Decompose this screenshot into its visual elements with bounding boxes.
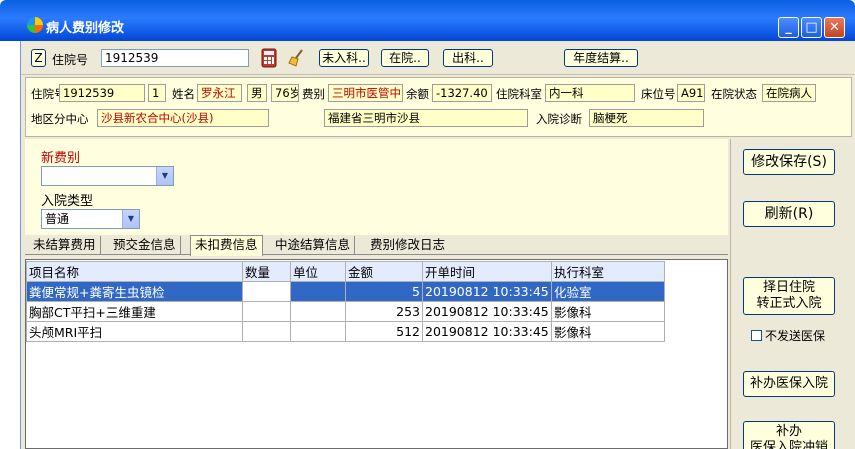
table-row[interactable]: 粪便常规+粪寄生虫镜检 5 20190812 10:33:45 化验室	[26, 281, 665, 302]
inpatient-no-field: 1912539	[59, 84, 145, 102]
dept-label: 住院科室	[496, 87, 542, 101]
tab-midway-settlement[interactable]: 中途结算信息	[271, 236, 356, 255]
tab-unsettled-fees[interactable]: 未结算费用	[29, 236, 101, 255]
amount-cell: 512	[345, 321, 423, 342]
window-title: 病人费别修改	[46, 21, 125, 36]
main-frame: Z 住院号 1912539 未入科.. 在院.. 出科.. 年度结算.. 住院号…	[20, 41, 855, 449]
diagnosis-label: 入院诊断	[536, 112, 582, 126]
supplement-insurance-button[interactable]: 补办医保入院	[743, 371, 835, 397]
tab-fee-change-log[interactable]: 费别修改日志	[366, 236, 449, 255]
refresh-button[interactable]: 刷新(R)	[743, 201, 835, 227]
title-bar: 病人费别修改 _ □ ✕	[0, 0, 855, 41]
scheduled-admission-line1: 择日住院	[762, 280, 815, 295]
name-field: 罗永江	[197, 84, 242, 102]
sex-field: 男	[247, 84, 267, 102]
discharged-button[interactable]: 出科..	[443, 49, 493, 67]
chevron-down-icon[interactable]: ▼	[156, 167, 173, 185]
region-field: 沙县新农合中心(沙县)	[97, 109, 269, 127]
calculator-icon[interactable]	[259, 48, 279, 68]
chevron-down-icon[interactable]: ▼	[122, 210, 139, 228]
scheduled-admission-line2: 转正式入院	[756, 296, 822, 311]
order-time-cell: 20190812 10:33:45	[422, 301, 552, 322]
in-hospital-button[interactable]: 在院..	[381, 49, 429, 67]
fee-table-container: 项目名称 数量 单位 金额 开单时间 执行科室 粪便常规+粪寄生虫镜检 5 20…	[25, 259, 728, 449]
supplement-cancel-line2: 医保入院冲销	[749, 440, 828, 449]
inpatient-input[interactable]: 1912539	[101, 49, 249, 67]
diagnosis-field: 脑梗死	[589, 109, 704, 127]
quantity-cell[interactable]	[242, 301, 291, 322]
column-header[interactable]: 数量	[242, 261, 291, 282]
fee-type-label: 费别	[302, 87, 325, 101]
quantity-cell[interactable]	[242, 281, 291, 302]
table-row[interactable]: 头颅MRI平扫 512 20190812 10:33:45 影像科	[26, 321, 665, 342]
address-field: 福建省三明市沙县	[324, 109, 528, 127]
status-field: 在院病人	[762, 84, 816, 102]
broom-icon[interactable]	[287, 48, 307, 68]
tab-undeducted-info[interactable]: 未扣费信息	[190, 235, 263, 256]
tab-bar: 未结算费用 预交金信息 未扣费信息 中途结算信息 费别修改日志	[25, 235, 728, 256]
z-button[interactable]: Z	[31, 49, 46, 67]
save-changes-button[interactable]: 修改保存(S)	[743, 149, 835, 175]
not-admitted-button[interactable]: 未入科..	[319, 49, 369, 67]
item-name-cell: 粪便常规+粪寄生虫镜检	[26, 281, 243, 302]
status-label: 在院状态	[711, 87, 757, 101]
unit-cell	[290, 301, 346, 322]
balance-label: 余额	[406, 87, 429, 101]
annual-settlement-button[interactable]: 年度结算..	[564, 49, 638, 67]
checkbox-box[interactable]	[751, 330, 762, 341]
column-header[interactable]: 执行科室	[551, 261, 665, 282]
bed-field: A916	[677, 84, 705, 102]
exec-dept-cell: 影像科	[551, 301, 665, 322]
order-time-cell: 20190812 10:33:45	[422, 321, 552, 342]
column-header[interactable]: 金额	[345, 261, 423, 282]
amount-cell: 5	[345, 281, 423, 302]
fee-change-form: 新费别 ▼ 入院类型 普通 ▼	[25, 139, 728, 236]
app-icon	[27, 17, 43, 33]
fee-type-field: 三明市医管中	[328, 84, 403, 102]
search-toolbar: Z 住院号 1912539 未入科.. 在院.. 出科.. 年度结算..	[21, 41, 855, 75]
no-insurance-checkbox[interactable]: 不发送医保	[751, 327, 825, 344]
admission-type-select[interactable]: 普通 ▼	[41, 209, 140, 229]
column-header[interactable]: 单位	[290, 261, 346, 282]
unit-cell	[290, 321, 346, 342]
name-label: 姓名	[172, 87, 195, 101]
maximize-button[interactable]: □	[801, 17, 822, 38]
age-field: 76岁	[271, 84, 299, 102]
admission-type-value: 普通	[45, 212, 70, 226]
balance-field: -1327.40	[432, 84, 492, 102]
item-name-cell: 头颅MRI平扫	[26, 321, 243, 342]
column-header[interactable]: 开单时间	[422, 261, 552, 282]
quantity-cell[interactable]	[242, 321, 291, 342]
item-name-cell: 胸部CT平扫+三维重建	[26, 301, 243, 322]
visit-count-field: 1	[148, 84, 166, 102]
unit-cell	[290, 281, 346, 302]
region-label: 地区分中心	[31, 112, 89, 126]
dept-field: 内一科	[545, 84, 635, 102]
supplement-cancel-line1: 补办	[775, 424, 802, 439]
table-header-row: 项目名称 数量 单位 金额 开单时间 执行科室	[26, 261, 665, 282]
supplement-cancel-button[interactable]: 补办 医保入院冲销	[743, 421, 835, 449]
new-fee-type-select[interactable]: ▼	[41, 166, 174, 186]
exec-dept-cell: 化验室	[551, 281, 665, 302]
fee-table: 项目名称 数量 单位 金额 开单时间 执行科室 粪便常规+粪寄生虫镜检 5 20…	[26, 261, 665, 342]
table-row[interactable]: 胸部CT平扫+三维重建 253 20190812 10:33:45 影像科	[26, 301, 665, 322]
order-time-cell: 20190812 10:33:45	[422, 281, 552, 302]
bed-label: 床位号	[641, 87, 676, 101]
column-header[interactable]: 项目名称	[26, 261, 243, 282]
amount-cell: 253	[345, 301, 423, 322]
close-button[interactable]: ✕	[824, 17, 845, 38]
new-fee-type-label: 新费别	[41, 151, 81, 166]
tab-deposit-info[interactable]: 预交金信息	[109, 236, 181, 255]
minimize-button[interactable]: _	[778, 17, 799, 38]
action-panel: 修改保存(S) 刷新(R) 择日住院 转正式入院 不发送医保 补办医保入院 补办…	[730, 139, 855, 449]
exec-dept-cell: 影像科	[551, 321, 665, 342]
scheduled-admission-button[interactable]: 择日住院 转正式入院	[743, 277, 835, 315]
patient-info-panel: 住院号 1912539 1 姓名 罗永江 男 76岁 费别 三明市医管中 余额 …	[25, 77, 852, 137]
admission-type-label: 入院类型	[41, 194, 94, 209]
no-insurance-label: 不发送医保	[765, 329, 826, 343]
inpatient-label: 住院号	[52, 53, 89, 67]
